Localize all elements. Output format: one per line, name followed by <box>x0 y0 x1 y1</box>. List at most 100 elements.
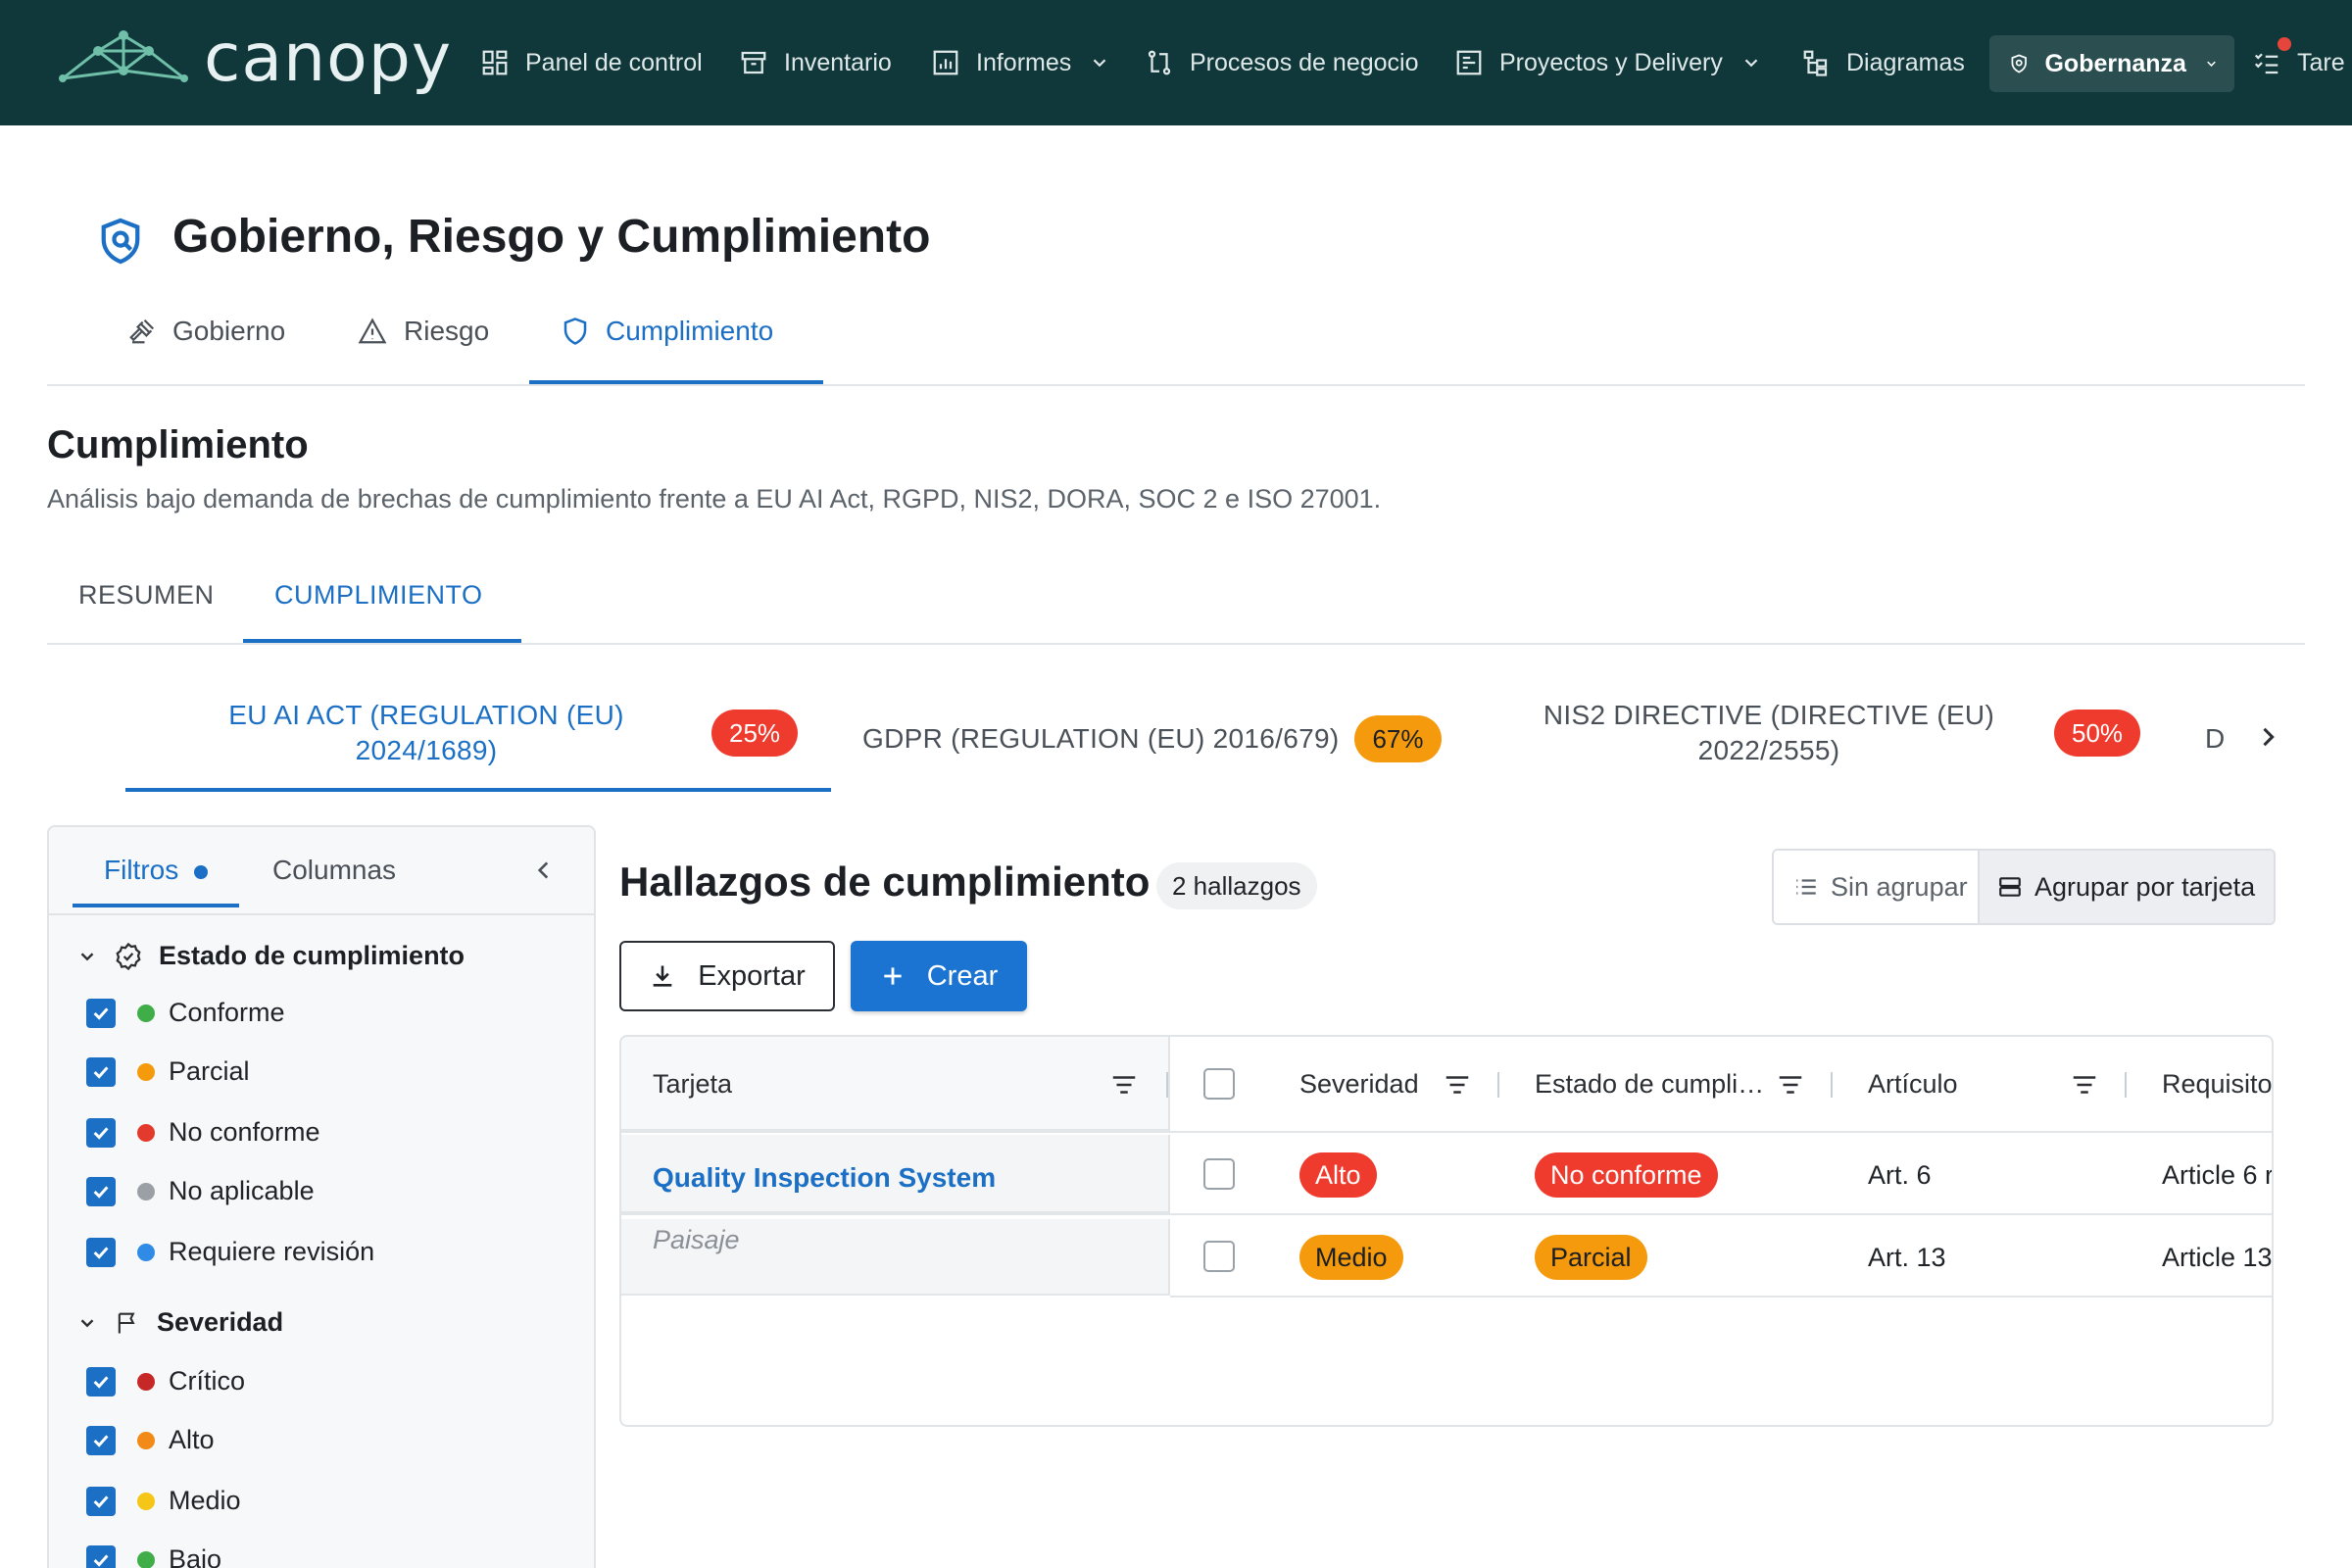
findings-title: Hallazgos de cumplimiento <box>619 858 1151 905</box>
framework-tab-gdpr[interactable]: GDPR (REGULATION (EU) 2016/679) 67% <box>862 715 1442 762</box>
card-link[interactable]: Quality Inspection System <box>653 1162 996 1194</box>
brand-name[interactable]: canopy <box>204 20 452 97</box>
column-header-tarjeta[interactable]: Tarjeta <box>653 1037 732 1131</box>
column-resizer[interactable] <box>1166 1072 1168 1098</box>
collapse-panel-button[interactable] <box>531 857 557 884</box>
no-grouping-button[interactable]: Sin agrupar <box>1774 851 1980 923</box>
dashboard-icon <box>482 50 508 75</box>
row-checkbox[interactable] <box>1203 1158 1235 1190</box>
framework-tab-dora[interactable]: D <box>2205 721 2226 757</box>
check-icon <box>93 1246 109 1259</box>
column-header-estado[interactable]: Estado de cumpli… <box>1535 1037 1764 1131</box>
filter-lines-icon[interactable] <box>1776 1072 1805 1098</box>
group-by-card-button[interactable]: Agrupar por tarjeta <box>1980 851 2274 923</box>
filter-option-conforme[interactable]: Conforme <box>86 998 285 1028</box>
framework-tab-eu-ai-act[interactable]: EU AI ACT (REGULATION (EU) 2024/1689) 25… <box>196 698 799 768</box>
nav-procesos-de-negocio[interactable]: Procesos de negocio <box>1145 37 1418 88</box>
framework-label: D <box>2205 723 2226 754</box>
diagram-icon <box>1803 50 1828 76</box>
nav-informes[interactable]: Informes <box>931 37 1110 88</box>
plus-icon <box>884 967 902 985</box>
tab-active-indicator <box>73 904 239 907</box>
checkbox-checked[interactable] <box>86 1486 116 1516</box>
tab-label: Gobierno <box>172 316 286 346</box>
framework-label-line: EU AI ACT (REGULATION (EU) <box>228 700 624 730</box>
nav-tareas[interactable]: Tare <box>2252 37 2345 88</box>
filter-option-medio[interactable]: Medio <box>86 1486 241 1516</box>
filter-option-parcial[interactable]: Parcial <box>86 1056 250 1087</box>
chevron-right-icon <box>2263 727 2275 747</box>
nav-label: Informes <box>976 48 1072 76</box>
column-resizer[interactable] <box>2125 1072 2127 1098</box>
checkbox-checked[interactable] <box>86 1544 116 1568</box>
nav-inventario[interactable]: Inventario <box>739 37 892 88</box>
filter-option-no-aplicable[interactable]: No aplicable <box>86 1176 315 1206</box>
framework-score-badge: 50% <box>2054 710 2141 757</box>
filter-option-requiere-revision[interactable]: Requiere revisión <box>86 1237 374 1267</box>
page-title: Gobierno, Riesgo y Cumplimiento <box>172 211 931 263</box>
filter-option-critico[interactable]: Crítico <box>86 1366 245 1396</box>
projects-icon <box>1456 50 1482 75</box>
filter-lines-icon[interactable] <box>1443 1072 1472 1098</box>
column-resizer[interactable] <box>1497 1072 1499 1098</box>
checkbox-checked[interactable] <box>86 1117 116 1148</box>
column-header-articulo[interactable]: Artículo <box>1868 1037 1958 1131</box>
checkbox-checked[interactable] <box>86 1425 116 1455</box>
section-description: Análisis bajo demanda de brechas de cump… <box>47 484 1382 514</box>
notification-dot <box>2278 37 2291 51</box>
create-button[interactable]: Crear <box>851 941 1027 1011</box>
checkbox-checked[interactable] <box>86 1366 116 1396</box>
export-button[interactable]: Exportar <box>619 941 835 1011</box>
filter-group-estado[interactable]: Estado de cumplimiento <box>76 941 465 971</box>
nav-panel-de-control[interactable]: Panel de control <box>480 37 703 88</box>
chevron-down-icon <box>1093 59 1106 68</box>
canopy-logo-icon <box>59 29 188 88</box>
flag-icon <box>118 1312 135 1333</box>
tab-gobierno[interactable]: Gobierno <box>127 310 285 353</box>
checkbox-checked[interactable] <box>86 1237 116 1267</box>
framework-label: EU AI ACT (REGULATION (EU) 2024/1689) <box>196 698 657 768</box>
task-list-icon <box>2254 53 2278 74</box>
filter-lines-icon[interactable] <box>1109 1072 1139 1098</box>
row-checkbox[interactable] <box>1203 1241 1235 1272</box>
filter-option-bajo[interactable]: Bajo <box>86 1544 221 1568</box>
subtab-resumen[interactable]: RESUMEN <box>78 580 215 611</box>
column-resizer[interactable] <box>1831 1072 1833 1098</box>
subtab-cumplimiento[interactable]: CUMPLIMIENTO <box>274 580 483 611</box>
column-header-requisito[interactable]: Requisito <box>2162 1037 2272 1131</box>
nav-diagramas[interactable]: Diagramas <box>1801 37 1965 88</box>
header-divider <box>1170 1131 2272 1133</box>
filter-lines-icon[interactable] <box>2070 1072 2099 1098</box>
nav-label: Gobernanza <box>2044 49 2186 77</box>
grouping-toggle: Sin agrupar Agrupar por tarjeta <box>1772 849 2276 925</box>
select-all-checkbox[interactable] <box>1203 1068 1235 1100</box>
framework-tab-nis2[interactable]: NIS2 DIRECTIVE (DIRECTIVE (EU) 2022/2555… <box>1529 698 2141 768</box>
column-header-label: Estado de cumpli… <box>1535 1068 1765 1099</box>
checkbox-checked[interactable] <box>86 1176 116 1206</box>
row-divider <box>1170 1213 2272 1215</box>
status-dot <box>137 1062 155 1081</box>
severity-dot <box>137 1372 155 1391</box>
column-header-severidad[interactable]: Severidad <box>1299 1037 1419 1131</box>
tab-cumplimiento[interactable]: Cumplimiento <box>561 310 773 353</box>
nav-gobernanza[interactable]: Gobernanza <box>1989 35 2234 92</box>
filter-option-no-conforme[interactable]: No conforme <box>86 1117 320 1148</box>
nav-proyectos-y-delivery[interactable]: Proyectos y Delivery <box>1454 37 1762 88</box>
filter-group-severidad[interactable]: Severidad <box>76 1307 283 1338</box>
severity-dot <box>137 1431 155 1449</box>
tab-filtros[interactable]: Filtros <box>104 855 209 886</box>
check-icon <box>93 1434 109 1447</box>
findings-count-badge: 2 hallazgos <box>1156 862 1317 909</box>
checkbox-checked[interactable] <box>86 1056 116 1087</box>
filter-option-alto[interactable]: Alto <box>86 1425 215 1455</box>
tab-riesgo[interactable]: Riesgo <box>357 310 489 353</box>
column-header-label: Artículo <box>1868 1068 1958 1099</box>
chevron-left-icon <box>537 861 549 879</box>
checkbox-checked[interactable] <box>86 998 116 1028</box>
button-label: Agrupar por tarjeta <box>2034 871 2256 902</box>
check-icon <box>93 1126 109 1140</box>
button-label: Sin agrupar <box>1831 871 1968 902</box>
tab-columnas[interactable]: Columnas <box>272 855 396 886</box>
scroll-right-button[interactable] <box>2254 721 2281 753</box>
severity-badge: Medio <box>1299 1235 1403 1280</box>
